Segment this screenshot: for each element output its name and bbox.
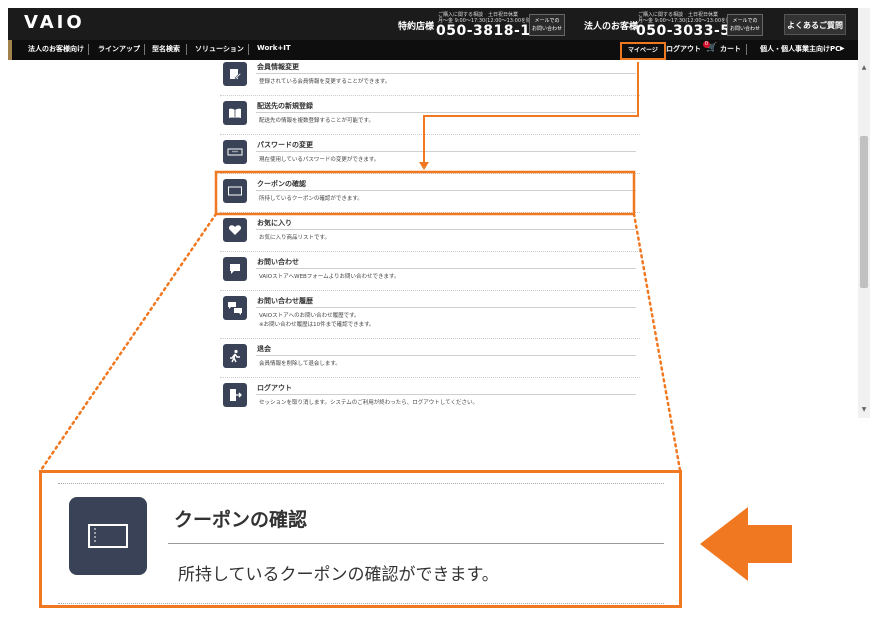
menu-item-coupon[interactable]: クーポンの確認 所持しているクーポンの確認ができます。 [220, 173, 640, 211]
nav-item-lineup[interactable]: ラインアップ [98, 44, 140, 54]
scrollbar-thumb[interactable] [860, 136, 868, 288]
menu-desc: 所持しているクーポンの確認ができます。 [259, 196, 363, 202]
zoom-desc: 所持しているクーポンの確認ができます。 [178, 565, 499, 585]
menu-desc: セッションを取り消します。システムのご利用が終わったら、ログアウトしてください。 [259, 400, 478, 406]
menu-title: クーポンの確認 [257, 180, 306, 188]
menu-desc: 登録されている会員情報を変更することができます。 [259, 79, 391, 85]
nav-item-model-search[interactable]: 型名検索 [152, 44, 180, 54]
divider [144, 44, 145, 55]
houjin-mail-button[interactable]: メールでの お問い合わせ [727, 14, 763, 36]
divider [58, 603, 664, 604]
menu-desc: VAIOストアへWEBフォームよりお問い合わせできます。 [259, 274, 400, 280]
menu-desc: VAIOストアへのお問い合わせ履歴です。 ※お問い合わせ履歴は10件まで確認でき… [259, 313, 375, 328]
divider [220, 251, 640, 252]
book-icon [223, 101, 247, 125]
divider [256, 151, 636, 152]
nav-item-workit[interactable]: Work+IT [257, 44, 291, 52]
nav-item-corporate[interactable]: 法人のお客様向け [28, 44, 84, 54]
logout-link[interactable]: ログアウト [666, 44, 701, 54]
exit-run-icon [223, 344, 247, 368]
divider [220, 173, 640, 174]
divider [256, 355, 636, 356]
divider [220, 377, 640, 378]
coupon-icon [223, 179, 247, 203]
edit-icon [223, 62, 247, 86]
personal-pc-link[interactable]: 個人・個人事業主向けPC [760, 44, 840, 54]
divider [256, 190, 636, 191]
scroll-down-icon[interactable]: ▼ [860, 406, 868, 413]
divider [220, 338, 640, 339]
menu-item-shipping[interactable]: 配送先の新規登録 配送先の情報を複数登録することが可能です。 [220, 95, 640, 133]
divider [256, 394, 636, 395]
menu-item-withdraw[interactable]: 退会 会員情報を削除して退会します。 [220, 338, 640, 376]
menu-desc: 配送先の情報を複数登録することが可能です。 [259, 118, 374, 124]
divider [58, 483, 664, 484]
heart-icon [223, 218, 247, 242]
cart-link[interactable]: カート [720, 44, 741, 54]
menu-item-inquiry-history[interactable]: お問い合わせ履歴 VAIOストアへのお問い合わせ履歴です。 ※お問い合わせ履歴は… [220, 290, 640, 338]
svg-text:***: *** [232, 150, 238, 155]
tokuyaku-contact: 特約店様 ご購入に関する相談 土日祝日休業 月～金 9:00～17:30(12:… [398, 11, 568, 39]
houjin-contact: 法人のお客様 ご購入に関する相談 土日祝日休業 月～金 9:00～17:30(1… [584, 11, 784, 39]
top-header: VAIO 特約店様 ご購入に関する相談 土日祝日休業 月～金 9:00～17:3… [8, 8, 858, 40]
nav-item-solution[interactable]: ソリューション [195, 44, 244, 54]
menu-title: 配送先の新規登録 [257, 102, 313, 110]
coupon-zoom-panel: クーポンの確認 所持しているクーポンの確認ができます。 [39, 470, 682, 608]
logout-icon [223, 383, 247, 407]
menu-title: お問い合わせ [257, 258, 299, 266]
screenshot-area: VAIO 特約店様 ご購入に関する相談 土日祝日休業 月～金 9:00～17:3… [8, 8, 870, 418]
menu-title: お気に入り [257, 219, 292, 227]
menu-title: 退会 [257, 345, 271, 353]
coupon-icon [69, 497, 147, 575]
menu-desc: お気に入り商品リストです。 [259, 235, 330, 241]
cart-count-badge: 0 [703, 41, 710, 48]
divider [256, 229, 636, 230]
password-icon: *** [223, 140, 247, 164]
menu-desc: 会員情報を削除して退会します。 [259, 361, 341, 367]
tokuyaku-label: 特約店様 [398, 22, 435, 32]
divider [746, 44, 747, 55]
divider [220, 134, 640, 135]
menu-item-password[interactable]: *** パスワードの変更 現在使用しているパスワードの変更ができます。 [220, 134, 640, 172]
divider [256, 73, 636, 74]
divider [248, 44, 249, 55]
scroll-up-icon[interactable]: ▲ [860, 64, 868, 71]
chevron-right-icon: ▶ [840, 45, 845, 52]
divider [168, 543, 664, 544]
divider [220, 212, 640, 213]
divider [220, 95, 640, 96]
chat-icon [223, 257, 247, 281]
nav-accent [8, 40, 12, 60]
divider [220, 290, 640, 291]
menu-desc: 現在使用しているパスワードの変更ができます。 [259, 157, 380, 163]
menu-item-logout[interactable]: ログアウト セッションを取り消します。システムのご利用が終わったら、ログアウトし… [220, 377, 640, 415]
divider [256, 268, 636, 269]
menu-item-inquiry[interactable]: お問い合わせ VAIOストアへWEBフォームよりお問い合わせできます。 [220, 251, 640, 289]
divider [256, 112, 636, 113]
divider [88, 44, 89, 55]
chat-history-icon [223, 296, 247, 320]
divider [186, 44, 187, 55]
faq-button[interactable]: よくあるご質問 [784, 14, 846, 35]
vaio-logo[interactable]: VAIO [24, 12, 85, 33]
menu-title: ログアウト [257, 384, 292, 392]
pointer-arrow-icon [700, 507, 792, 581]
zoom-title: クーポンの確認 [174, 509, 308, 531]
menu-item-favorites[interactable]: お気に入り お気に入り商品リストです。 [220, 212, 640, 250]
menu-title: お問い合わせ履歴 [257, 297, 313, 305]
menu-title: パスワードの変更 [257, 141, 313, 149]
houjin-label: 法人のお客様 [584, 22, 639, 32]
menu-title: 会員情報変更 [257, 63, 299, 71]
menu-item-member-info[interactable]: 会員情報変更 登録されている会員情報を変更することができます。 [220, 56, 640, 94]
divider [256, 307, 636, 308]
tokuyaku-mail-button[interactable]: メールでの お問い合わせ [529, 14, 565, 36]
